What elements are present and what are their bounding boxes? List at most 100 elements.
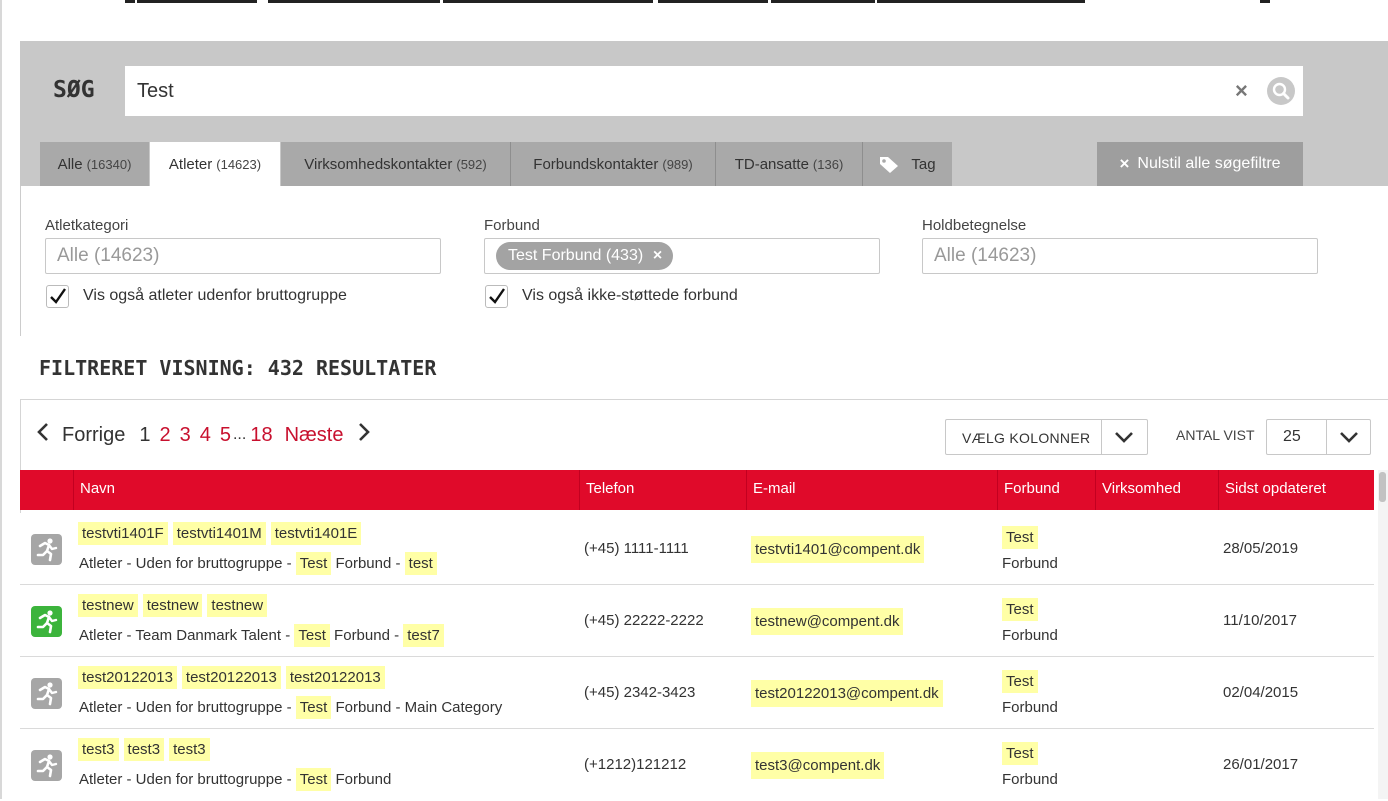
page-link-last[interactable]: 18 [250,424,272,447]
desc-text: Forbund - [331,555,405,572]
row-email[interactable]: testnew@compent.dk [751,608,904,635]
divider [1101,420,1102,454]
row-forbund-highlight: Test [1002,526,1038,549]
forbund-chip-label: Test Forbund (433) [508,247,644,264]
name-highlight: test3 [123,738,165,761]
holdbetegnelse-select[interactable]: Alle (14623) [922,238,1318,274]
divider [1326,420,1327,454]
row-phone: (+45) 2342-3423 [584,684,696,701]
clear-search-icon[interactable]: × [1235,78,1248,104]
tab-forbundskontakter[interactable]: Forbundskontakter (989) [511,142,715,187]
name-highlight: test20122013 [285,666,385,689]
tab-count: (16340) [86,157,132,172]
name-highlight: test20122013 [78,666,177,689]
scrollbar[interactable] [1378,470,1388,799]
tab-atleter[interactable]: Atleter (14623) [150,142,280,187]
checkmark-icon [489,288,505,304]
remove-chip-icon[interactable]: × [653,242,662,270]
page-link-3[interactable]: 3 [180,424,191,447]
row-description: Atleter - Team Danmark Talent - Test For… [79,624,444,647]
page-size-select[interactable]: 25 [1266,419,1371,455]
runner-icon [31,606,62,637]
next-page-link[interactable]: Næste [285,424,344,447]
table-row[interactable]: testnew testnew testnew Atleter - Team Dan… [20,585,1374,657]
row-names[interactable]: testnew testnew testnew [78,594,272,617]
tab-label: Virksomhedskontakter [304,156,453,173]
prev-page-link[interactable]: Forrige [62,424,125,447]
row-date: 28/05/2019 [1223,540,1299,557]
tab-td-ansatte[interactable]: TD-ansatte (136) [716,142,862,187]
tab-tag[interactable]: Tag [863,142,952,187]
name-highlight: testnew [78,594,138,617]
row-phone: (+1212)121212 [584,756,687,773]
bruttogruppe-checkbox[interactable] [46,285,69,308]
page-link-2[interactable]: 2 [159,424,170,447]
row-forbund: Forbund [1002,627,1058,644]
table-row[interactable]: testvti1401F testvti1401M testvti1401E Atl… [20,513,1374,585]
checkmark-icon [50,288,66,304]
desc-highlight: test7 [403,624,444,647]
tab-alle[interactable]: Alle (16340) [40,142,149,187]
name-highlight: test3 [169,738,210,761]
row-names[interactable]: testvti1401F testvti1401M testvti1401E [78,522,366,545]
search-box[interactable]: × [125,66,1303,116]
runner-icon [31,750,62,781]
column-header-email[interactable]: E-mail [747,470,997,510]
tab-virksomhedskontakter[interactable]: Virksomhedskontakter (592) [281,142,510,187]
column-header-virksomhed[interactable]: Virksomhed [1096,470,1218,510]
reset-filters-button[interactable]: × Nulstil alle søgefiltre [1097,142,1303,186]
results-title: FILTRERET VISNING: 432 RESULTATER [39,356,437,380]
row-names[interactable]: test3 test3 test3 [78,738,215,761]
column-header-navn[interactable]: Navn [74,470,579,510]
row-email[interactable]: test20122013@compent.dk [751,680,943,707]
search-panel: SØG × Alle(16340) Atleter(14623) Virksom… [20,41,1388,187]
chevron-left-icon[interactable] [36,422,50,448]
page-size-value: 25 [1283,428,1301,445]
table-row[interactable]: test20122013 test20122013 test20122013 Atl… [20,657,1374,729]
tab-label: Tag [911,156,936,173]
scrollbar-thumb[interactable] [1379,472,1386,502]
search-input[interactable] [137,77,1217,105]
page-link-5[interactable]: 5 [220,424,231,447]
filters-panel: Atletkategori Alle (14623) Forbund Test … [20,186,1388,336]
row-description: Atleter - Uden for bruttogruppe - Test F… [79,696,502,719]
column-header-telefon[interactable]: Telefon [580,470,746,510]
page-link-4[interactable]: 4 [200,424,211,447]
select-columns-label: VÆLG KOLONNER [962,430,1091,446]
name-highlight: testvti1401M [172,522,266,545]
antal-vist-label: ANTAL VIST [1176,427,1255,443]
column-header-forbund[interactable]: Forbund [998,470,1095,510]
row-description: Atleter - Uden for bruttogruppe - Test F… [79,768,391,791]
row-email[interactable]: test3@compent.dk [751,752,885,779]
row-forbund: Forbund [1002,771,1058,788]
tab-label: TD-ansatte [734,156,809,173]
row-forbund: Forbund [1002,699,1058,716]
runner-icon [31,678,62,709]
chevron-down-icon [1339,429,1359,450]
browser-tab-strip [0,0,1388,3]
select-columns-dropdown[interactable]: VÆLG KOLONNER [945,419,1148,455]
forbund-select[interactable]: Test Forbund (433) × [484,238,880,274]
tab-label: Forbundskontakter [533,156,659,173]
bruttogruppe-checkbox-label: Vis også atleter udenfor bruttogruppe [83,287,347,304]
column-header-sidst-opdateret[interactable]: Sidst opdateret [1219,470,1369,510]
ikke-stottede-forbund-checkbox-label: Vis også ikke-støttede forbund [522,287,738,304]
table-row[interactable]: test3 test3 test3 Atleter - Uden for brutt… [20,729,1374,801]
ikke-stottede-forbund-checkbox[interactable] [485,285,508,308]
row-forbund: Forbund [1002,555,1058,572]
desc-text: Forbund - [329,627,404,644]
name-highlight: testvti1401F [78,522,168,545]
name-highlight: test3 [78,738,119,761]
row-forbund-highlight: Test [1002,670,1038,693]
row-email[interactable]: testvti1401@compent.dk [751,536,925,563]
desc-text: Atleter - Uden for bruttogruppe - [79,555,296,572]
row-names[interactable]: test20122013 test20122013 test20122013 [78,666,390,689]
desc-text: Atleter - Uden for bruttogruppe - [79,699,296,716]
chevron-right-icon[interactable] [357,422,371,448]
reset-filters-label: Nulstil alle søgefiltre [1137,155,1281,172]
table-header: Navn Telefon E-mail Forbund Virksomhed S… [20,470,1374,510]
name-highlight: test20122013 [181,666,281,689]
row-forbund-highlight: Test [1002,742,1038,765]
search-icon[interactable] [1267,77,1295,105]
atletkategori-select[interactable]: Alle (14623) [45,238,441,274]
